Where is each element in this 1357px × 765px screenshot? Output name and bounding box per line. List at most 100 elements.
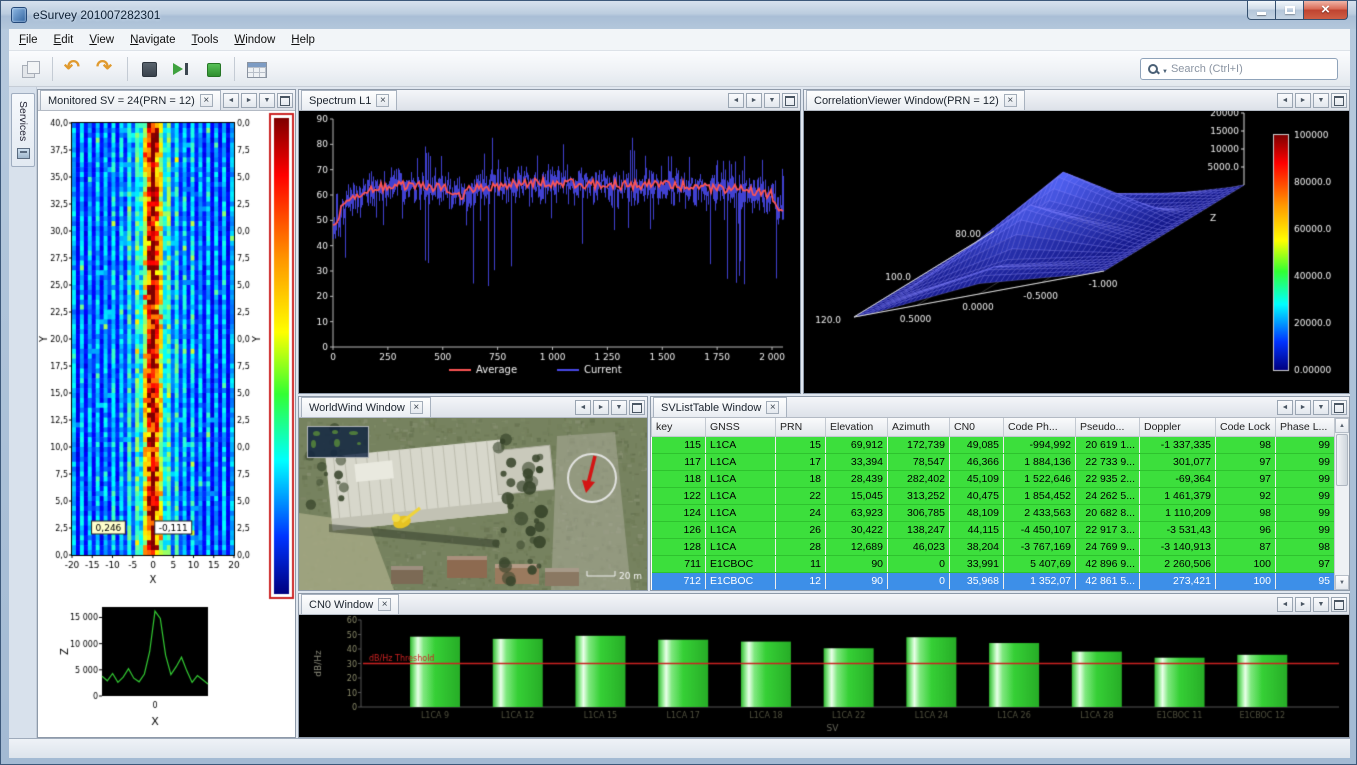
sidebar-item-services[interactable]: Services [11, 93, 35, 167]
scroll-left-icon[interactable] [575, 400, 591, 415]
undo-icon[interactable] [61, 56, 87, 82]
step-forward-icon[interactable] [168, 56, 194, 82]
column-header[interactable]: Code Lock [1216, 418, 1276, 436]
search-input[interactable] [1171, 63, 1331, 75]
scroll-right-icon[interactable] [241, 93, 257, 108]
tab-svlist[interactable]: SVListTable Window [653, 397, 787, 417]
table-row[interactable]: 711E1CBOC1190033,9915 407,6942 896 9...2… [652, 555, 1335, 572]
float-icon[interactable] [782, 93, 798, 108]
duplicate-icon[interactable] [18, 56, 44, 82]
stop-icon[interactable] [136, 56, 162, 82]
window-title: eSurvey 201007282301 [33, 8, 160, 22]
scroll-right-icon[interactable] [1295, 597, 1311, 612]
tab-monitored[interactable]: Monitored SV = 24(PRN = 12) [40, 90, 221, 110]
scroll-left-icon[interactable] [1277, 597, 1293, 612]
grid-icon[interactable] [243, 56, 269, 82]
menu-tools[interactable]: Tools [184, 31, 227, 49]
close-button[interactable] [1303, 1, 1348, 20]
table-row[interactable]: 122L1CA2215,045313,25240,4751 854,45224 … [652, 487, 1335, 504]
column-header[interactable]: Phase L... [1276, 418, 1335, 436]
scroll-left-icon[interactable] [223, 93, 239, 108]
scrollbar-thumb[interactable] [1336, 434, 1348, 486]
spectrum-chart [299, 111, 800, 393]
close-tab-icon[interactable] [410, 401, 423, 414]
svlist-scrollbar[interactable] [1334, 418, 1349, 590]
scroll-right-icon[interactable] [1295, 93, 1311, 108]
tab-cn0[interactable]: CN0 Window [301, 594, 399, 614]
titlebar[interactable]: eSurvey 201007282301 [1, 1, 1356, 29]
column-header[interactable]: GNSS [706, 418, 776, 436]
scroll-down-icon[interactable] [1335, 575, 1349, 590]
table-row[interactable]: 117L1CA1733,39478,54746,3661 884,13622 7… [652, 453, 1335, 470]
scroll-left-icon[interactable] [1277, 400, 1293, 415]
menubar: File Edit View Navigate Tools Window Hel… [9, 29, 1350, 51]
redo-icon[interactable] [93, 56, 119, 82]
menu-view[interactable]: View [81, 31, 122, 49]
menu-navigate[interactable]: Navigate [122, 31, 183, 49]
tab-correlation[interactable]: CorrelationViewer Window(PRN = 12) [806, 90, 1025, 110]
panel-title: WorldWind Window [309, 402, 405, 414]
search-caret-icon[interactable] [1162, 60, 1168, 78]
scroll-up-icon[interactable] [1335, 418, 1349, 433]
float-icon[interactable] [277, 93, 293, 108]
panel-cn0: CN0 Window [298, 593, 1350, 738]
float-icon[interactable] [1331, 400, 1347, 415]
panel-header: SVListTable Window [651, 397, 1349, 418]
close-tab-icon[interactable] [378, 598, 391, 611]
window-controls [1247, 1, 1348, 20]
search-box[interactable] [1140, 58, 1338, 80]
table-row[interactable]: 115L1CA1569,912172,73949,085-994,99220 6… [652, 436, 1335, 453]
column-header[interactable]: PRN [776, 418, 826, 436]
sv-heatmap-chart [38, 111, 295, 601]
menu-help[interactable]: Help [283, 31, 323, 49]
scroll-right-icon[interactable] [1295, 400, 1311, 415]
cn0-body [299, 615, 1349, 737]
column-header[interactable]: key [652, 418, 706, 436]
column-header[interactable]: Pseudo... [1076, 418, 1140, 436]
menu-window[interactable]: Window [226, 31, 283, 49]
panel-controls [575, 400, 645, 415]
minimize-button[interactable] [1247, 1, 1276, 20]
table-row[interactable]: 124L1CA2463,923306,78548,1092 433,56320 … [652, 504, 1335, 521]
panel-title: CN0 Window [309, 599, 373, 611]
column-header[interactable]: Elevation [826, 418, 888, 436]
dropdown-icon[interactable] [259, 93, 275, 108]
table-row[interactable]: 128L1CA2812,68946,02338,204-3 767,16924 … [652, 538, 1335, 555]
panel-monitored: Monitored SV = 24(PRN = 12) [37, 89, 296, 738]
dropdown-icon[interactable] [1313, 93, 1329, 108]
scroll-right-icon[interactable] [746, 93, 762, 108]
worldwind-map[interactable] [299, 418, 647, 590]
scroll-left-icon[interactable] [728, 93, 744, 108]
table-row[interactable]: 126L1CA2630,422138,24744,115-4 450,10722… [652, 521, 1335, 538]
panel-title: Spectrum L1 [309, 95, 371, 107]
column-header[interactable]: Azimuth [888, 418, 950, 436]
dropdown-icon[interactable] [611, 400, 627, 415]
float-icon[interactable] [1331, 93, 1347, 108]
scroll-right-icon[interactable] [593, 400, 609, 415]
dropdown-icon[interactable] [1313, 400, 1329, 415]
close-tab-icon[interactable] [766, 401, 779, 414]
float-icon[interactable] [629, 400, 645, 415]
close-tab-icon[interactable] [1004, 94, 1017, 107]
record-icon[interactable] [200, 56, 226, 82]
column-header[interactable]: CN0 [950, 418, 1004, 436]
float-icon[interactable] [1331, 597, 1347, 612]
menu-file[interactable]: File [11, 31, 46, 49]
column-header[interactable]: Doppler [1140, 418, 1216, 436]
dropdown-icon[interactable] [764, 93, 780, 108]
dropdown-icon[interactable] [1313, 597, 1329, 612]
close-tab-icon[interactable] [376, 94, 389, 107]
column-header[interactable]: Code Ph... [1004, 418, 1076, 436]
tab-worldwind[interactable]: WorldWind Window [301, 397, 431, 417]
correlation-body [804, 111, 1349, 393]
close-tab-icon[interactable] [200, 94, 213, 107]
tab-spectrum[interactable]: Spectrum L1 [301, 90, 397, 110]
scroll-left-icon[interactable] [1277, 93, 1293, 108]
table-row[interactable]: 712E1CBOC1290035,9681 352,0742 861 5...2… [652, 572, 1335, 589]
table-row[interactable]: 118L1CA1828,439282,40245,1091 522,64622 … [652, 470, 1335, 487]
panel-spectrum: Spectrum L1 [298, 89, 801, 394]
menu-edit[interactable]: Edit [46, 31, 82, 49]
maximize-button[interactable] [1276, 1, 1303, 20]
app-window: eSurvey 201007282301 File Edit View Navi… [0, 0, 1357, 765]
panel-controls [223, 93, 293, 108]
